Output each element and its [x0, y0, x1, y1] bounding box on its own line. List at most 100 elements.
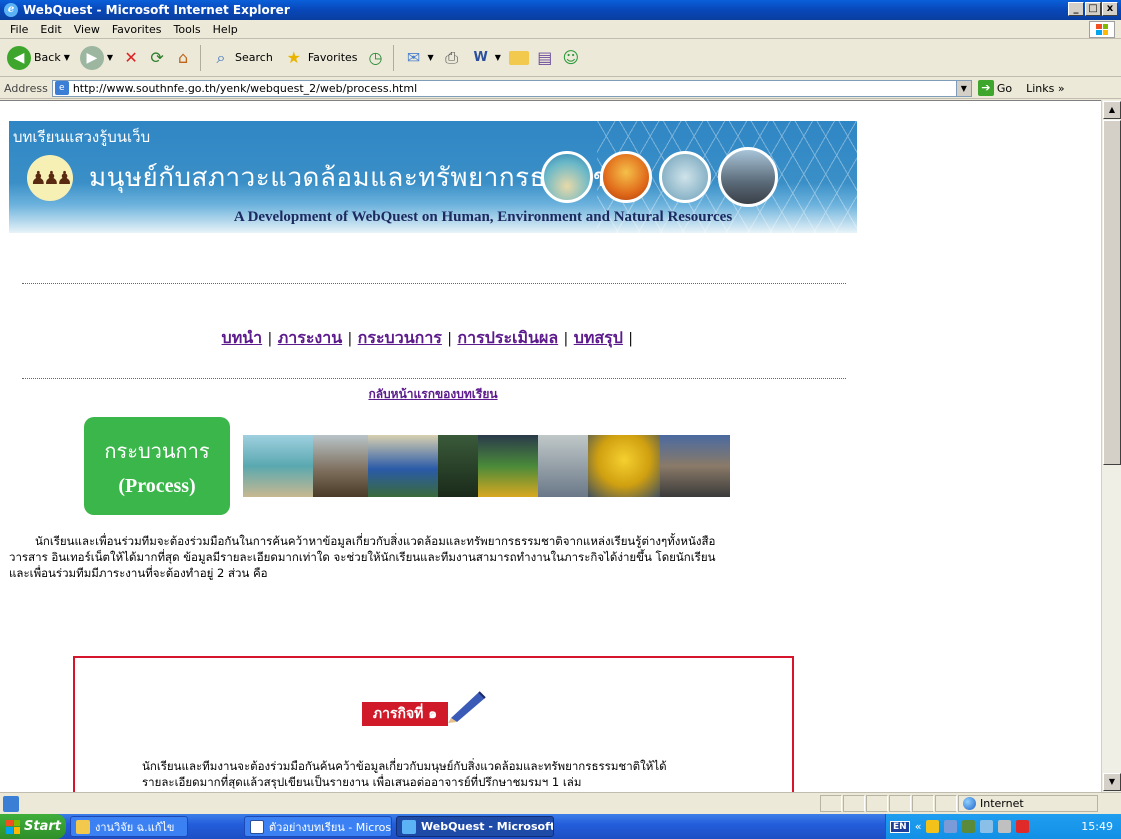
nav-conclusion-link[interactable]: บทสรุป [574, 330, 623, 347]
address-input[interactable]: e http://www.southnfe.go.th/yenk/webques… [51, 79, 972, 97]
task1-box: ภารกิจที่ ๑ นักเรียนและทีมงานจะต้องร่วมม… [73, 656, 794, 792]
status-bar: Internet [0, 792, 1121, 814]
windows-logo-icon [1089, 21, 1115, 38]
nav-evaluation-link[interactable]: การประเมินผล [457, 330, 558, 347]
taskbar-ie[interactable]: WebQuest - Microsoft... [396, 816, 554, 837]
process-heading-thai: กระบวนการ [104, 439, 210, 463]
title-bar: e WebQuest - Microsoft Internet Explorer… [0, 0, 1121, 20]
chevron-down-icon[interactable]: ▼ [955, 80, 971, 96]
messenger-icon: ☺ [562, 48, 580, 67]
maximize-button[interactable]: □ [1085, 2, 1101, 16]
zone-label: Internet [980, 797, 1024, 810]
toolbar-separator [200, 44, 202, 71]
intro-paragraph: นักเรียนและเพื่อนร่วมทีมจะต้องร่วมมือกัน… [9, 534, 716, 580]
go-button[interactable]: ➔ Go [977, 80, 1012, 96]
folder-button[interactable] [508, 47, 530, 69]
banner-tag: บทเรียนแสวงรู้บนเว็บ [13, 128, 151, 146]
page-status-icon [3, 795, 19, 812]
folder-icon [508, 50, 529, 65]
tray-app-icon[interactable] [962, 820, 976, 833]
task1-badge: ภารกิจที่ ๑ [362, 702, 448, 726]
nav-process-link[interactable]: กระบวนการ [358, 330, 442, 347]
taskbar-word[interactable]: ตัวอย่างบทเรียน - Microso... [244, 816, 392, 837]
printer-icon: ⎙ [445, 47, 459, 67]
address-bar: Address e http://www.southnfe.go.th/yenk… [0, 78, 1121, 99]
links-button[interactable]: Links » [1026, 82, 1065, 95]
messenger-button[interactable]: ☺ [560, 47, 582, 69]
menu-bar: File Edit View Favorites Tools Help [0, 20, 1121, 39]
start-button[interactable]: Start [0, 814, 66, 839]
menu-edit[interactable]: Edit [34, 23, 67, 36]
word-icon [250, 819, 264, 834]
refresh-button[interactable]: ⟳ [146, 47, 168, 69]
nav-task-link[interactable]: ภาระงาน [278, 330, 342, 347]
tray-utility-icon[interactable] [998, 820, 1012, 833]
chevron-down-icon[interactable]: ▼ [495, 53, 501, 62]
chevron-down-icon[interactable]: ▼ [107, 53, 113, 62]
network-icon[interactable] [944, 820, 958, 833]
menu-tools[interactable]: Tools [168, 23, 207, 36]
bird-photo-icon [659, 151, 711, 203]
menu-favorites[interactable]: Favorites [106, 23, 168, 36]
show-hidden-icons-icon[interactable]: « [915, 820, 922, 833]
process-heading-english: (Process) [118, 475, 196, 497]
globe-icon [963, 797, 976, 810]
minimize-button[interactable]: _ [1068, 2, 1084, 16]
system-tray: EN « 15:49 [885, 814, 1121, 839]
print-button[interactable]: ⎙ [441, 47, 463, 69]
vertical-scrollbar[interactable]: ▲ ▼ [1101, 100, 1121, 792]
people-logo-icon: ♟♟♟ [27, 155, 73, 201]
scroll-thumb[interactable] [1103, 120, 1121, 465]
process-heading-box: กระบวนการ (Process) [84, 417, 230, 515]
banner: บทเรียนแสวงรู้บนเว็บ ♟♟♟ มนุษย์กับสภาวะแ… [9, 121, 857, 233]
banner-subtitle: A Development of WebQuest on Human, Envi… [233, 209, 733, 225]
taskbar-folder[interactable]: งานวิจัย ฉ.แก้ไข [70, 816, 188, 837]
dotted-divider [22, 283, 846, 284]
scroll-up-button[interactable]: ▲ [1103, 101, 1121, 119]
close-button[interactable]: x [1102, 2, 1118, 16]
menu-view[interactable]: View [68, 23, 106, 36]
nav-intro-link[interactable]: บทนำ [222, 330, 263, 347]
forward-button[interactable]: ▶ ▼ [77, 43, 116, 73]
home-icon: ⌂ [177, 48, 189, 67]
menu-help[interactable]: Help [207, 23, 244, 36]
security-zone: Internet [958, 795, 1098, 812]
back-button[interactable]: ◀ Back ▼ [4, 43, 73, 73]
favorites-button[interactable]: ★ Favorites [280, 43, 361, 73]
search-button[interactable]: ⌕ Search [207, 43, 276, 73]
chevron-down-icon[interactable]: ▼ [64, 53, 70, 62]
home-link[interactable]: กลับหน้าแรกของบทเรียน [0, 385, 866, 404]
stop-button[interactable]: ✕ [120, 47, 142, 69]
refresh-icon: ⟳ [150, 48, 164, 67]
research-icon: ▤ [537, 48, 553, 67]
city-photo-icon [718, 147, 778, 207]
antivirus-icon[interactable] [1016, 820, 1030, 833]
folder-icon [76, 819, 90, 834]
page-icon: e [54, 81, 69, 95]
search-icon: ⌕ [216, 47, 226, 67]
go-arrow-icon: ➔ [977, 80, 994, 96]
star-icon: ★ [286, 48, 301, 67]
address-url[interactable]: http://www.southnfe.go.th/yenk/webquest_… [73, 82, 956, 95]
task1-description: นักเรียนและทีมงานจะต้องร่วมมือกันค้นคว้า… [142, 759, 667, 789]
research-button[interactable]: ▤ [534, 47, 556, 69]
menu-file[interactable]: File [4, 23, 34, 36]
ie-icon: e [4, 3, 18, 17]
history-icon: ◷ [368, 48, 383, 67]
nature-photo-strip [243, 435, 730, 497]
language-indicator[interactable]: EN [890, 820, 910, 833]
tray-monitor-icon[interactable] [980, 820, 994, 833]
pencil-icon [448, 691, 486, 723]
back-arrow-icon: ◀ [7, 45, 31, 70]
edit-button[interactable]: W ▼ [467, 43, 504, 73]
security-shield-icon[interactable] [926, 820, 940, 833]
history-button[interactable]: ◷ [365, 47, 387, 69]
home-button[interactable]: ⌂ [172, 47, 194, 69]
address-label: Address [4, 81, 48, 95]
section-nav: บทนำ | ภาระงาน | กระบวนการ | การประเมินผล | บทสร… [221, 330, 633, 347]
scroll-down-button[interactable]: ▼ [1103, 773, 1121, 791]
mail-button[interactable]: ✉ ▼ [400, 43, 437, 73]
toolbar-separator [392, 44, 394, 71]
word-icon: W [473, 50, 488, 65]
chevron-down-icon[interactable]: ▼ [428, 53, 434, 62]
